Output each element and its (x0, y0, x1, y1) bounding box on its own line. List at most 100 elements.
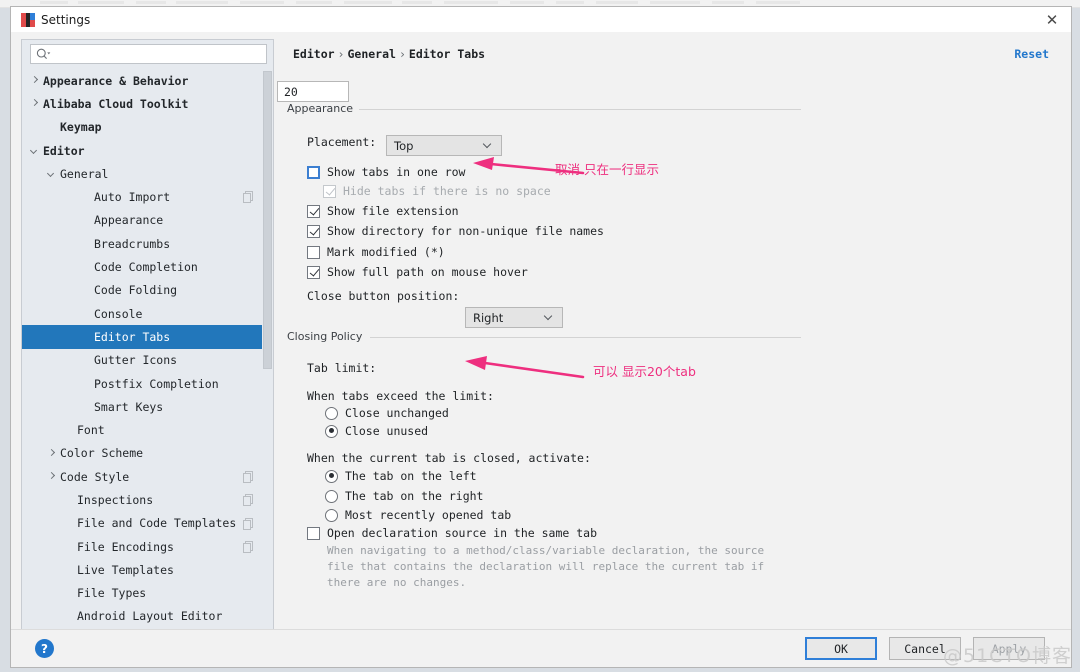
sidebar-item-color-scheme[interactable]: Color Scheme (22, 442, 273, 465)
exceed-limit-option-row-1[interactable]: Close unused (325, 424, 428, 438)
sidebar-item-code-style[interactable]: Code Style (22, 465, 273, 488)
chevron-right-icon[interactable] (30, 76, 39, 85)
checkbox-mark-modified[interactable] (307, 245, 320, 259)
sidebar-scrollbar[interactable] (262, 69, 273, 632)
tab-limit-input[interactable]: 20 (277, 81, 349, 102)
appearance-checkbox-row-4[interactable]: Mark modified (*) (307, 245, 445, 259)
sidebar-item-console[interactable]: Console (22, 302, 273, 325)
appearance-checkbox-row-3[interactable]: Show directory for non-unique file names (307, 224, 604, 238)
breadcrumb: Editor › General › Editor Tabs (293, 47, 485, 61)
chevron-right-icon[interactable] (47, 449, 56, 458)
radio-close-unused[interactable] (325, 424, 338, 438)
close-icon[interactable]: ✕ (1043, 11, 1061, 29)
breadcrumb-mid[interactable]: General (347, 47, 395, 61)
sidebar-item-label: File and Code Templates (77, 516, 237, 531)
sidebar-item-gutter-icons[interactable]: Gutter Icons (22, 349, 273, 372)
breadcrumb-separator-2: › (398, 47, 406, 61)
appearance-checkbox-row-1: Hide tabs if there is no space (323, 184, 551, 198)
sidebar-item-auto-import[interactable]: Auto Import (22, 185, 273, 208)
sidebar-item-general[interactable]: General (22, 162, 273, 185)
sidebar-item-inspections[interactable]: Inspections (22, 488, 273, 511)
radio-close-unchanged[interactable] (325, 406, 338, 420)
sidebar-item-label: Live Templates (77, 562, 174, 577)
annotation-tab-limit: 可以 显示20个tab (593, 364, 696, 379)
dialog-title: Settings (41, 12, 91, 27)
radio-the-tab-on-the-left[interactable] (325, 469, 338, 483)
sidebar-scrollbar-thumb[interactable] (263, 71, 272, 369)
ok-button[interactable]: OK (805, 637, 877, 660)
open-declaration-label: Open declaration source in the same tab (327, 526, 598, 540)
sidebar-item-label: Code Folding (94, 283, 178, 298)
sidebar-item-editor[interactable]: Editor (22, 139, 273, 162)
sidebar-item-keymap[interactable]: Keymap (22, 116, 273, 139)
open-declaration-checkbox[interactable] (307, 526, 320, 540)
radio-most-recently-opened-tab[interactable] (325, 508, 338, 522)
help-icon[interactable]: ? (35, 639, 54, 658)
exceed-limit-option-row-0[interactable]: Close unchanged (325, 406, 449, 420)
sidebar-item-label: Editor Tabs (94, 329, 171, 344)
sidebar-item-code-completion[interactable]: Code Completion (22, 255, 273, 278)
settings-tree[interactable]: Appearance & Behavior Alibaba Cloud Toolk… (22, 69, 273, 632)
sidebar-item-code-folding[interactable]: Code Folding (22, 279, 273, 302)
sidebar-item-alibaba-cloud-toolkit[interactable]: Alibaba Cloud Toolkit (22, 92, 273, 115)
sidebar-item-label: Alibaba Cloud Toolkit (43, 96, 189, 111)
activate-option-row-0[interactable]: The tab on the left (325, 469, 477, 483)
activate-option-row-2[interactable]: Most recently opened tab (325, 508, 511, 522)
activate-label-row: When the current tab is closed, activate… (307, 451, 591, 465)
activate-option-row-1[interactable]: The tab on the right (325, 489, 483, 503)
cancel-button[interactable]: Cancel (889, 637, 961, 660)
apply-button[interactable]: Apply (973, 637, 1045, 660)
radio-label: Close unused (345, 424, 429, 438)
chevron-down-icon[interactable] (30, 146, 39, 155)
appearance-checkbox-row-5[interactable]: Show full path on mouse hover (307, 265, 528, 279)
appearance-checkbox-row-2[interactable]: Show file extension (307, 204, 459, 218)
checkbox-label: Show file extension (327, 204, 459, 218)
sidebar-item-label: Font (77, 423, 105, 438)
sidebar-item-label: Postfix Completion (94, 376, 219, 391)
search-input[interactable] (30, 44, 267, 64)
reset-link[interactable]: Reset (1014, 47, 1049, 61)
breadcrumb-root[interactable]: Editor (293, 47, 335, 61)
checkbox-show-directory-for-non-unique-file-names[interactable] (307, 224, 320, 238)
settings-sidebar: Appearance & Behavior Alibaba Cloud Toolk… (21, 39, 274, 633)
apply-button-label: Apply (991, 641, 1027, 656)
cancel-button-label: Cancel (904, 641, 946, 656)
open-declaration-row[interactable]: Open declaration source in the same tab (307, 526, 597, 540)
checkbox-show-file-extension[interactable] (307, 204, 320, 218)
sidebar-item-appearance[interactable]: Appearance (22, 209, 273, 232)
help-glyph: ? (41, 641, 48, 656)
sidebar-item-file-types[interactable]: File Types (22, 582, 273, 605)
chevron-right-icon[interactable] (47, 472, 56, 481)
sidebar-item-breadcrumbs[interactable]: Breadcrumbs (22, 232, 273, 255)
sidebar-item-editor-tabs[interactable]: Editor Tabs (22, 325, 273, 349)
open-declaration-desc-line-2: file that contains the declaration will … (327, 560, 765, 573)
sidebar-item-file-encodings[interactable]: File Encodings (22, 535, 273, 558)
sidebar-item-font[interactable]: Font (22, 418, 273, 441)
placement-dropdown[interactable]: Top (386, 135, 502, 156)
sidebar-item-label: File Encodings (77, 539, 174, 554)
sidebar-item-android-layout-editor[interactable]: Android Layout Editor (22, 605, 273, 628)
open-declaration-desc-line-3: there are no changes. (327, 576, 467, 589)
tab-limit-label: Tab limit: (307, 361, 377, 375)
sidebar-item-smart-keys[interactable]: Smart Keys (22, 395, 273, 418)
sidebar-item-live-templates[interactable]: Live Templates (22, 558, 273, 581)
checkbox-show-tabs-in-one-row[interactable] (307, 165, 320, 179)
sidebar-item-appearance-behavior[interactable]: Appearance & Behavior (22, 69, 273, 92)
chevron-right-icon[interactable] (30, 99, 39, 108)
sidebar-item-postfix-completion[interactable]: Postfix Completion (22, 372, 273, 395)
sidebar-item-label: Auto Import (94, 190, 171, 205)
close-button-position-dropdown[interactable]: Right (465, 307, 563, 328)
sidebar-item-file-and-code-templates[interactable]: File and Code Templates (22, 512, 273, 535)
appearance-checkbox-row-0[interactable]: Show tabs in one row (307, 165, 465, 179)
dialog-titlebar: Settings ✕ (11, 7, 1071, 33)
chevron-down-icon[interactable] (47, 169, 56, 178)
checkbox-show-full-path-on-mouse-hover[interactable] (307, 265, 320, 279)
radio-the-tab-on-the-right[interactable] (325, 489, 338, 503)
